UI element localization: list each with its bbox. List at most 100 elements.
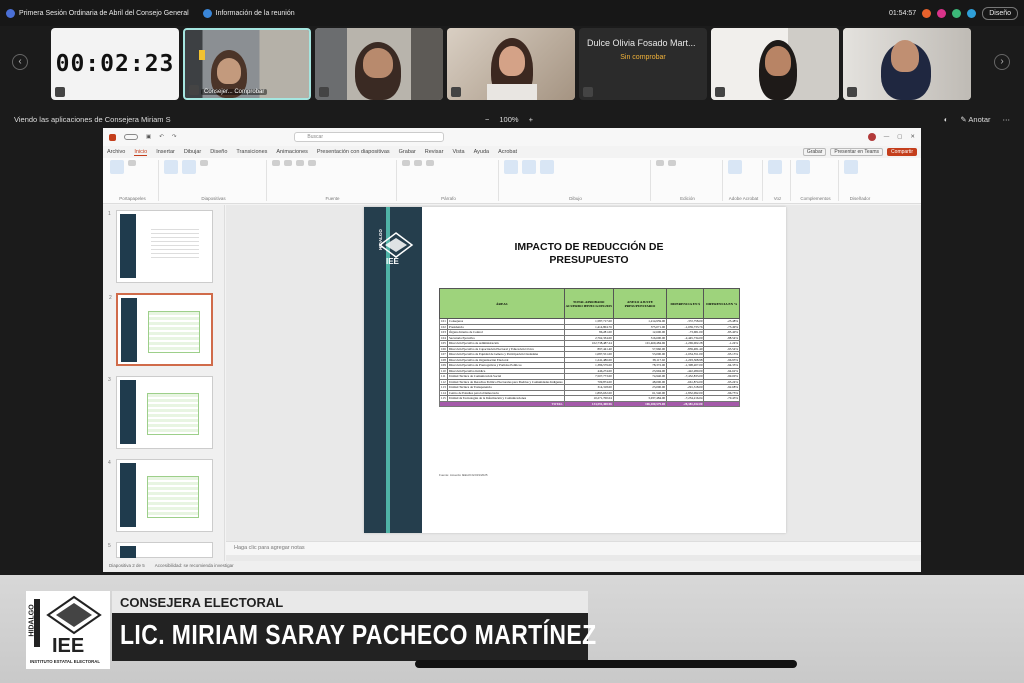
- menu-animaciones[interactable]: Animaciones: [276, 149, 308, 155]
- status-dot-icon: [937, 8, 947, 18]
- redo-icon[interactable]: ↷: [172, 134, 177, 140]
- annotate-button[interactable]: ✎ Anotar: [960, 115, 990, 124]
- dictate-mic-icon[interactable]: [768, 160, 782, 174]
- reuse-slides-icon[interactable]: [182, 160, 196, 174]
- participant-tile[interactable]: [711, 28, 839, 100]
- participant-face: [217, 58, 241, 84]
- designer-icon[interactable]: [844, 160, 858, 174]
- mic-off-icon: [847, 87, 857, 97]
- annotate-label: Anotar: [968, 114, 991, 124]
- bullets-icon[interactable]: [402, 160, 410, 166]
- logo-state-label: HIDALGO: [377, 229, 383, 250]
- meeting-title-item[interactable]: Primera Sesión Ordinaria de Abril del Co…: [6, 8, 189, 18]
- slide-thumbnails-pane: 1 2 3 4 5: [103, 205, 225, 561]
- design-button[interactable]: Diseño: [982, 6, 1018, 20]
- mic-off-icon: [55, 87, 65, 97]
- new-slide-icon[interactable]: [164, 160, 178, 174]
- zoom-out-button[interactable]: −: [485, 115, 489, 124]
- create-pdf-icon[interactable]: [728, 160, 742, 174]
- meeting-info-tab[interactable]: Información de la reunión: [202, 8, 295, 18]
- quick-styles-icon[interactable]: [540, 160, 554, 174]
- underline-icon[interactable]: [296, 160, 304, 166]
- layout-icon[interactable]: [200, 160, 208, 166]
- slide-thumbnail-5[interactable]: 5: [108, 542, 213, 558]
- meeting-info-label: Información de la reunión: [215, 9, 295, 17]
- slide-number: 3: [108, 377, 111, 383]
- menu-diseno[interactable]: Diseño: [210, 149, 227, 155]
- current-slide[interactable]: HIDALGO IEE IMPACTO DE REDUCCIÓN DE PRES…: [364, 207, 786, 533]
- record-indicator-icon: [922, 8, 932, 18]
- bold-icon[interactable]: [272, 160, 280, 166]
- participant-tile[interactable]: [843, 28, 971, 100]
- accessibility-status[interactable]: Accesibilidad: se recomienda investigar: [155, 563, 234, 570]
- menu-grabar[interactable]: Grabar: [399, 149, 416, 155]
- arrange-icon[interactable]: [522, 160, 536, 174]
- menu-ayuda[interactable]: Ayuda: [474, 149, 490, 155]
- meeting-clock: 01:54:57: [888, 9, 917, 17]
- participant-tile[interactable]: Consejer... Comprobar: [183, 28, 311, 100]
- save-icon[interactable]: ▣: [146, 134, 151, 140]
- replace-icon[interactable]: [668, 160, 676, 166]
- more-options-icon[interactable]: ⋯: [1003, 115, 1011, 124]
- menu-presentacion[interactable]: Presentación con diapositivas: [317, 149, 390, 155]
- meeting-top-bar: Primera Sesión Ordinaria de Abril del Co…: [0, 0, 1024, 26]
- autosave-toggle[interactable]: [124, 134, 138, 140]
- menu-acrobat[interactable]: Acrobat: [498, 149, 517, 155]
- thumb-band: [120, 214, 136, 278]
- slide-editing-area[interactable]: HIDALGO IEE IMPACTO DE REDUCCIÓN DE PRES…: [226, 205, 921, 561]
- addins-icon[interactable]: [796, 160, 810, 174]
- logo-acronym: IEE: [52, 635, 85, 657]
- participant-label: Consejer... Comprobar: [201, 89, 268, 95]
- total-value: -28,381,432.00: [666, 400, 705, 407]
- numbering-icon[interactable]: [414, 160, 422, 166]
- prev-participants-button[interactable]: ‹: [12, 54, 28, 70]
- ribbon-group-label: Portapapeles: [119, 196, 146, 201]
- minimize-icon[interactable]: —: [884, 134, 890, 140]
- align-icon[interactable]: [426, 160, 434, 166]
- thumb-band: [121, 298, 137, 362]
- slide-thumbnail-1[interactable]: 1: [108, 210, 213, 283]
- participant-tile[interactable]: [315, 28, 443, 100]
- screen-share-label: Viendo las aplicaciones de Consejera Mir…: [14, 114, 171, 124]
- ribbon-group-designer: Diseñador: [841, 160, 879, 201]
- participants-strip: ‹ 00:02:23 Consejer... Comprobar Dulce O…: [0, 26, 1024, 104]
- maximize-icon[interactable]: ▢: [897, 134, 902, 140]
- menu-inicio[interactable]: Inicio: [134, 149, 148, 156]
- ribbon-group-label: Edición: [680, 196, 695, 201]
- next-participants-button[interactable]: ›: [994, 54, 1010, 70]
- italic-icon[interactable]: [284, 160, 292, 166]
- total-label: TOTAL: [439, 400, 565, 407]
- slide-thumbnail-2[interactable]: 2: [109, 293, 213, 366]
- menu-revisar[interactable]: Revisar: [425, 149, 444, 155]
- present-teams-button[interactable]: Presentar en Teams: [830, 148, 884, 156]
- slide-thumbnail-4[interactable]: 4: [108, 459, 213, 532]
- search-input[interactable]: Buscar: [294, 132, 445, 142]
- menu-insertar[interactable]: Insertar: [156, 149, 175, 155]
- user-avatar[interactable]: [867, 133, 876, 141]
- share-button[interactable]: Compartir: [887, 148, 917, 156]
- undo-icon[interactable]: ↶: [159, 134, 164, 140]
- zoom-in-button[interactable]: +: [529, 115, 533, 124]
- menu-transiciones[interactable]: Transiciones: [236, 149, 267, 155]
- status-dot-icon: [967, 8, 977, 18]
- mic-off-icon: [451, 87, 461, 97]
- menu-archivo[interactable]: Archivo: [107, 149, 125, 155]
- notes-pane[interactable]: Haga clic para agregar notas: [226, 541, 921, 555]
- slide-thumbnail-3[interactable]: 3: [108, 376, 213, 449]
- cut-icon[interactable]: [128, 160, 136, 166]
- participant-tile-no-video[interactable]: Dulce Olivia Fosado Mart... Sin comproba…: [579, 28, 707, 100]
- participant-tile[interactable]: [447, 28, 575, 100]
- video-scrub-bar[interactable]: [415, 660, 797, 668]
- paste-icon[interactable]: [110, 160, 124, 174]
- font-color-icon[interactable]: [308, 160, 316, 166]
- popout-icon[interactable]: ◐: [944, 115, 949, 124]
- menu-vista[interactable]: Vista: [452, 149, 464, 155]
- record-button[interactable]: Grabar: [802, 148, 827, 156]
- total-value: 106,180,579.00: [612, 400, 668, 407]
- speaker-name-text: LIC. MIRIAM SARAY PACHECO MARTÍNEZ: [120, 619, 597, 650]
- thumb-table: [147, 476, 199, 518]
- menu-dibujar[interactable]: Dibujar: [184, 149, 201, 155]
- close-icon[interactable]: ✕: [910, 134, 915, 140]
- find-icon[interactable]: [656, 160, 664, 166]
- shapes-icon[interactable]: [504, 160, 518, 174]
